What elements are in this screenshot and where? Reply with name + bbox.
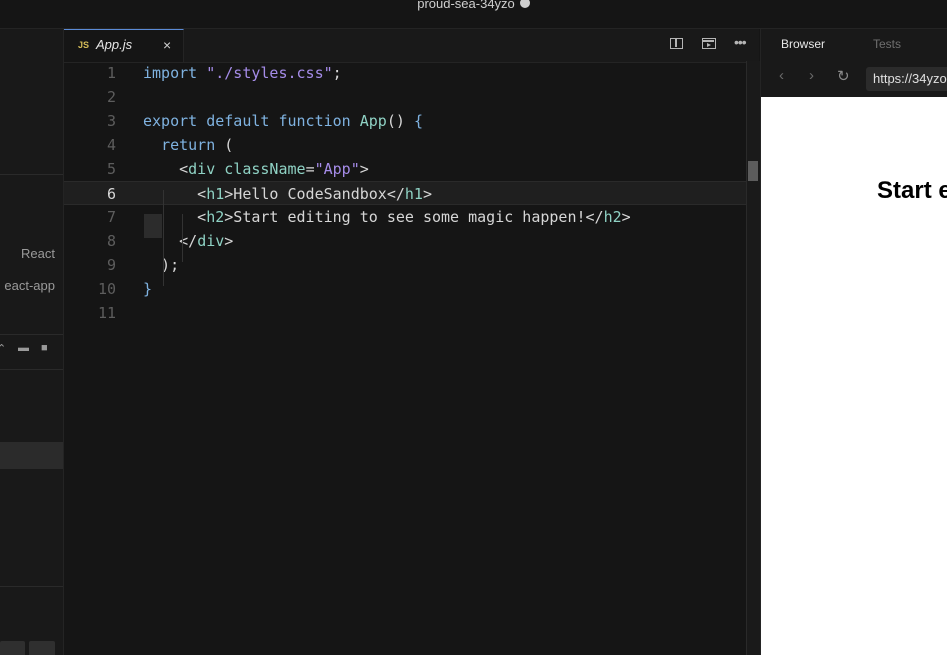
sidebar-button[interactable] <box>0 641 25 655</box>
code-text: <h1>Hello CodeSandbox</h1> <box>143 185 432 203</box>
line-number: 4 <box>106 136 116 154</box>
open-preview-icon[interactable] <box>702 38 716 49</box>
line-number: 6 <box>106 185 116 203</box>
code-line[interactable]: 7 <h2>Start editing to see some magic ha… <box>64 205 746 229</box>
line-number: 9 <box>106 256 116 274</box>
indent-highlight <box>144 214 162 238</box>
collapse-icon[interactable]: ⌃ <box>0 342 6 355</box>
template-label: React <box>21 246 55 261</box>
left-sidebar: React eact-app ⌃ ▬ ■ <box>0 29 64 655</box>
line-number: 11 <box>97 304 116 322</box>
line-number: 1 <box>106 64 116 82</box>
editor-tab-bar: JS App.js × ••• <box>64 29 759 63</box>
code-line[interactable]: 4 return ( <box>64 133 746 157</box>
js-file-icon: JS <box>78 40 90 50</box>
top-bar: proud-sea-34yzo <box>0 0 947 29</box>
line-number: 3 <box>106 112 116 130</box>
preview-heading: Start e <box>877 177 947 204</box>
line-number: 2 <box>106 88 116 106</box>
sidebar-divider <box>0 586 63 587</box>
tab-tests[interactable]: Tests <box>873 37 901 51</box>
code-line[interactable]: 9 ); <box>64 253 746 277</box>
explorer-actions: ⌃ ▬ ■ <box>0 342 63 358</box>
globe-icon <box>519 0 530 8</box>
tab-label: App.js <box>96 37 133 52</box>
preview-frame[interactable]: Start e <box>761 97 947 655</box>
scrollbar-thumb[interactable] <box>748 161 758 181</box>
code-line[interactable]: 5 <div className="App"> <box>64 157 746 181</box>
split-editor-icon[interactable] <box>670 38 683 49</box>
close-icon[interactable]: × <box>163 37 171 53</box>
code-text: <h2>Start editing to see some magic happ… <box>143 208 631 226</box>
template-name[interactable]: eact-app <box>4 278 55 293</box>
line-number: 7 <box>106 208 116 226</box>
menu-icon[interactable] <box>29 641 55 655</box>
line-number: 8 <box>106 232 116 250</box>
url-input[interactable]: https://34yzo <box>866 67 947 91</box>
code-text: } <box>143 280 153 298</box>
more-options-icon[interactable]: ••• <box>734 34 747 50</box>
code-line[interactable]: 8 </div> <box>64 229 746 253</box>
selected-file-row[interactable] <box>0 442 63 469</box>
code-area[interactable]: 11 10} 9 ); 8 </div> 7 <h2>Start editing to … <box>64 61 746 655</box>
sandbox-name[interactable]: proud-sea-34yzo <box>417 0 515 11</box>
code-text: <div className="App"> <box>143 160 369 178</box>
new-file-icon[interactable]: ▬ <box>18 342 29 354</box>
refresh-icon[interactable]: ↻ <box>837 67 850 85</box>
code-text: return ( <box>161 136 234 154</box>
code-line[interactable]: 11 <box>64 301 746 325</box>
tab-app-js[interactable]: JS App.js × <box>64 29 184 62</box>
sidebar-divider <box>0 174 63 175</box>
code-text: import "./styles.css"; <box>143 64 342 82</box>
sidebar-divider <box>0 334 63 335</box>
editor-scrollbar[interactable] <box>746 61 760 655</box>
indent-guide <box>163 190 164 286</box>
code-line[interactable]: 10} <box>64 277 746 301</box>
code-line[interactable]: 3 export default function App() { <box>64 109 746 133</box>
sidebar-divider <box>0 369 63 370</box>
back-icon[interactable]: ‹ <box>779 67 784 84</box>
new-folder-icon[interactable]: ■ <box>41 342 48 354</box>
code-text: export default function App() { <box>143 112 423 130</box>
forward-icon[interactable]: › <box>809 67 814 84</box>
code-line[interactable]: 2 <box>64 85 746 109</box>
line-number: 10 <box>97 280 116 298</box>
url-text: https://34yzo <box>873 71 947 86</box>
sandbox-title[interactable]: proud-sea-34yzo <box>0 0 947 11</box>
code-line[interactable]: 1 import "./styles.css"; <box>64 61 746 85</box>
preview-panel: Browser Tests ‹ › ↻ https://34yzo Start … <box>760 29 947 655</box>
line-number: 5 <box>106 160 116 178</box>
indent-guide <box>182 214 183 262</box>
code-text: ); <box>143 256 180 274</box>
code-line[interactable]: 6 <h1>Hello CodeSandbox</h1> <box>64 181 746 205</box>
tab-browser[interactable]: Browser <box>781 37 825 51</box>
code-editor: JS App.js × ••• 11 10} 9 ); 8 </div> 7 <h2>S… <box>64 29 760 655</box>
